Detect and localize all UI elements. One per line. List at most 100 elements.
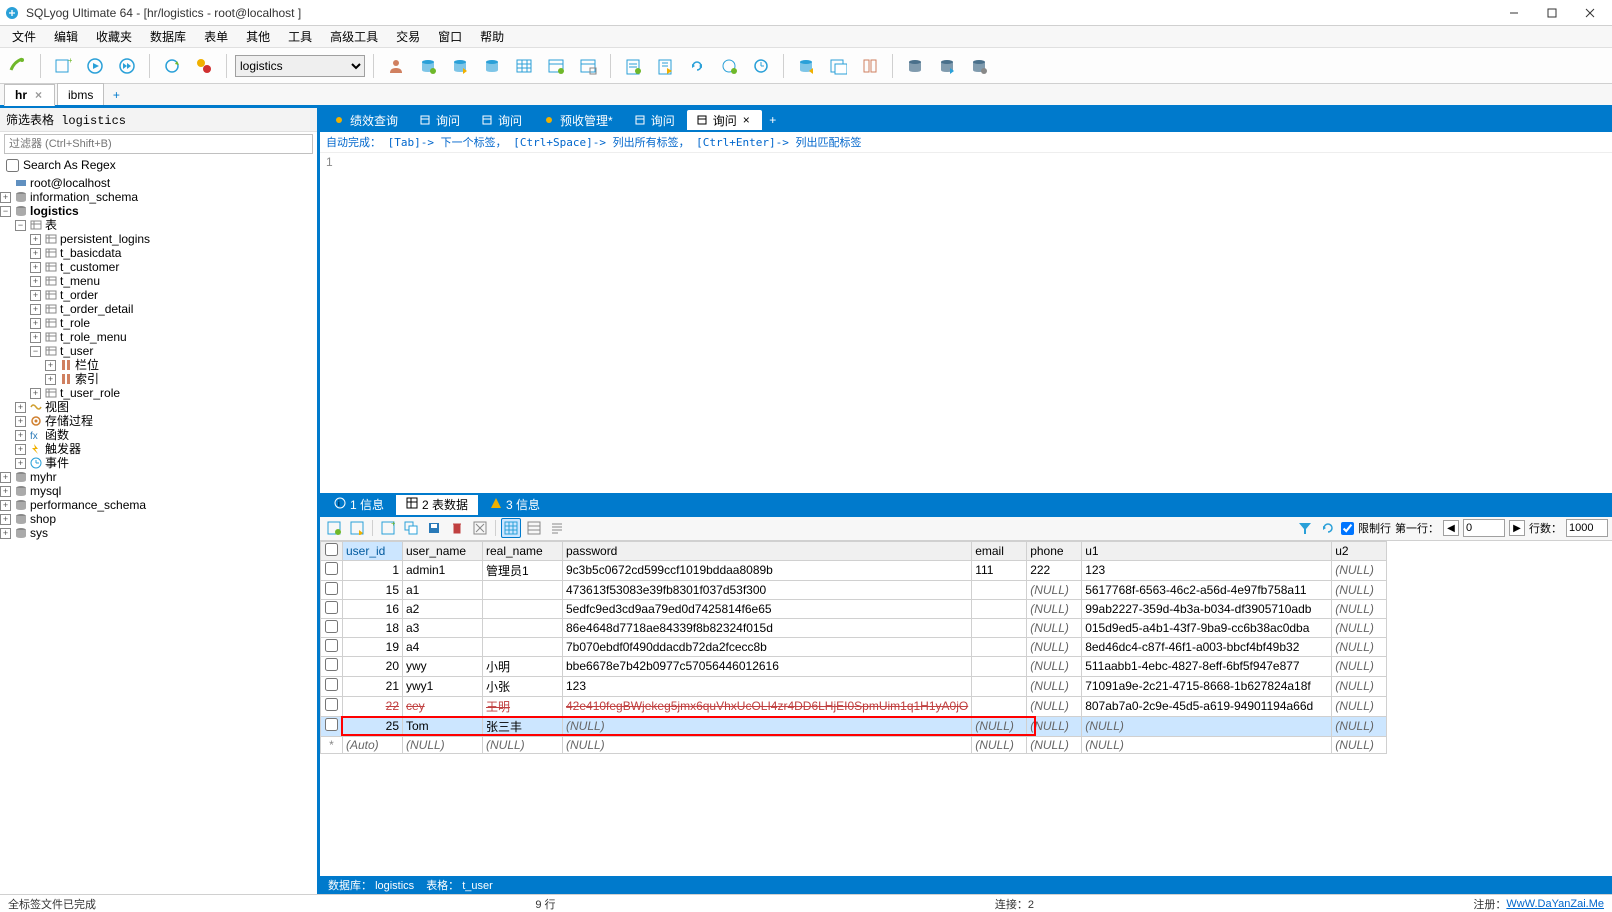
column-header[interactable]: user_name bbox=[403, 541, 483, 560]
table-cell[interactable] bbox=[972, 618, 1027, 637]
tree-item[interactable]: +fx函数 bbox=[0, 428, 317, 442]
tree-toggle-icon[interactable]: + bbox=[30, 318, 41, 329]
table-cell[interactable]: ywy bbox=[403, 656, 483, 676]
table-row[interactable]: *(Auto)(NULL)(NULL)(NULL)(NULL)(NULL)(NU… bbox=[321, 736, 1388, 753]
menu-item[interactable]: 工具 bbox=[280, 26, 320, 47]
row-checkbox[interactable] bbox=[325, 562, 338, 575]
select-all-checkbox[interactable] bbox=[325, 543, 338, 556]
tree-toggle-icon[interactable]: + bbox=[0, 472, 11, 483]
table-cell[interactable]: 小张 bbox=[483, 676, 563, 696]
tree-item[interactable]: +information_schema bbox=[0, 190, 317, 204]
query-tab[interactable]: 预收管理* bbox=[534, 110, 623, 130]
format-button[interactable] bbox=[190, 52, 218, 80]
table-cell[interactable]: 25 bbox=[343, 716, 403, 736]
filter-input[interactable] bbox=[4, 134, 313, 154]
menu-item[interactable]: 高级工具 bbox=[322, 26, 386, 47]
tree-toggle-icon[interactable]: + bbox=[15, 430, 26, 441]
tree-toggle-icon[interactable]: + bbox=[30, 332, 41, 343]
table-cell[interactable] bbox=[972, 696, 1027, 716]
tree-item[interactable]: −logistics bbox=[0, 204, 317, 218]
result-tab[interactable]: 3 信息 bbox=[480, 495, 550, 515]
tree-toggle-icon[interactable]: + bbox=[45, 374, 56, 385]
tree-item[interactable]: +performance_schema bbox=[0, 498, 317, 512]
row-checkbox[interactable] bbox=[325, 620, 338, 633]
menu-item[interactable]: 交易 bbox=[388, 26, 428, 47]
tree-item[interactable]: +shop bbox=[0, 512, 317, 526]
regex-checkbox[interactable] bbox=[6, 159, 19, 172]
tree-toggle-icon[interactable]: + bbox=[15, 458, 26, 469]
data-grid[interactable]: user_iduser_namereal_namepasswordemailph… bbox=[320, 541, 1612, 877]
table-cell[interactable] bbox=[483, 618, 563, 637]
tree-toggle-icon[interactable]: + bbox=[15, 416, 26, 427]
table-button-1[interactable] bbox=[510, 52, 538, 80]
table-cell[interactable]: (NULL) bbox=[1332, 696, 1387, 716]
table-cell[interactable]: a4 bbox=[403, 637, 483, 656]
tree-item[interactable]: +persistent_logins bbox=[0, 232, 317, 246]
new-connection-button[interactable] bbox=[4, 52, 32, 80]
minimize-button[interactable] bbox=[1496, 2, 1532, 24]
row-checkbox[interactable] bbox=[325, 718, 338, 731]
table-cell[interactable]: 86e4648d7718ae84339f8b82324f015d bbox=[563, 618, 972, 637]
column-header[interactable]: user_id bbox=[343, 541, 403, 560]
table-cell[interactable] bbox=[972, 599, 1027, 618]
table-cell[interactable] bbox=[483, 599, 563, 618]
cancel-button[interactable] bbox=[470, 518, 490, 538]
table-cell[interactable]: 111 bbox=[972, 560, 1027, 580]
tree-item[interactable]: +栏位 bbox=[0, 358, 317, 372]
table-row[interactable]: 21ywy1小张123(NULL)71091a9e-2c21-4715-8668… bbox=[321, 676, 1388, 696]
tree-toggle-icon[interactable]: − bbox=[15, 220, 26, 231]
table-cell[interactable]: admin1 bbox=[403, 560, 483, 580]
table-cell[interactable]: 1 bbox=[343, 560, 403, 580]
tree-item[interactable]: +t_role bbox=[0, 316, 317, 330]
add-query-button[interactable]: + bbox=[764, 113, 782, 127]
tree-item[interactable]: −表 bbox=[0, 218, 317, 232]
table-cell[interactable]: (NULL) bbox=[1332, 736, 1387, 753]
tree-item[interactable]: +视图 bbox=[0, 400, 317, 414]
table-cell[interactable]: (NULL) bbox=[563, 716, 972, 736]
table-cell[interactable]: (NULL) bbox=[1027, 618, 1082, 637]
database-select[interactable]: logistics bbox=[235, 55, 365, 77]
backup-button-3[interactable] bbox=[965, 52, 993, 80]
user-button[interactable] bbox=[382, 52, 410, 80]
close-icon[interactable]: × bbox=[741, 113, 752, 127]
db-button-1[interactable] bbox=[414, 52, 442, 80]
table-row[interactable]: 16a25edfc9ed3cd9aa79ed0d7425814f6e65(NUL… bbox=[321, 599, 1388, 618]
tree-item[interactable]: +t_menu bbox=[0, 274, 317, 288]
table-cell[interactable]: (Auto) bbox=[343, 736, 403, 753]
add-row-button[interactable]: + bbox=[378, 518, 398, 538]
tree-item[interactable]: +事件 bbox=[0, 456, 317, 470]
tree-item[interactable]: root@localhost bbox=[0, 176, 317, 190]
table-cell[interactable]: 123 bbox=[1082, 560, 1332, 580]
column-header[interactable]: phone bbox=[1027, 541, 1082, 560]
execute-all-button[interactable] bbox=[113, 52, 141, 80]
tree-item[interactable]: +myhr bbox=[0, 470, 317, 484]
refresh-icon[interactable] bbox=[1318, 518, 1338, 538]
table-cell[interactable]: cey bbox=[403, 696, 483, 716]
table-cell[interactable]: ywy1 bbox=[403, 676, 483, 696]
table-cell[interactable] bbox=[483, 637, 563, 656]
backup-button-1[interactable] bbox=[901, 52, 929, 80]
row-checkbox[interactable] bbox=[325, 582, 338, 595]
tree-toggle-icon[interactable]: − bbox=[0, 206, 11, 217]
table-cell[interactable]: Tom bbox=[403, 716, 483, 736]
table-cell[interactable]: 21 bbox=[343, 676, 403, 696]
table-cell[interactable]: 015d9ed5-a4b1-43f7-9ba9-cc6b38ac0dba bbox=[1082, 618, 1332, 637]
result-refresh-button[interactable] bbox=[324, 518, 344, 538]
table-cell[interactable] bbox=[972, 676, 1027, 696]
table-cell[interactable]: (NULL) bbox=[1027, 637, 1082, 656]
column-header[interactable]: u2 bbox=[1332, 541, 1387, 560]
table-cell[interactable] bbox=[972, 580, 1027, 599]
table-cell[interactable]: 71091a9e-2c21-4715-8668-1b627824a18f bbox=[1082, 676, 1332, 696]
sql-editor[interactable]: 1 bbox=[320, 153, 1612, 493]
menu-item[interactable]: 文件 bbox=[4, 26, 44, 47]
prev-page-button[interactable]: ◀ bbox=[1443, 520, 1459, 536]
save-button[interactable] bbox=[424, 518, 444, 538]
row-checkbox[interactable] bbox=[325, 601, 338, 614]
sync-button[interactable] bbox=[683, 52, 711, 80]
delete-row-button[interactable] bbox=[447, 518, 467, 538]
table-cell[interactable]: 123 bbox=[563, 676, 972, 696]
next-page-button[interactable]: ▶ bbox=[1509, 520, 1525, 536]
table-cell[interactable]: (NULL) bbox=[1332, 656, 1387, 676]
table-cell[interactable]: 42e410fegBWjekeg5jmx6quVhxUcOLI4zr4DD6LH… bbox=[563, 696, 972, 716]
table-cell[interactable]: (NULL) bbox=[1332, 618, 1387, 637]
